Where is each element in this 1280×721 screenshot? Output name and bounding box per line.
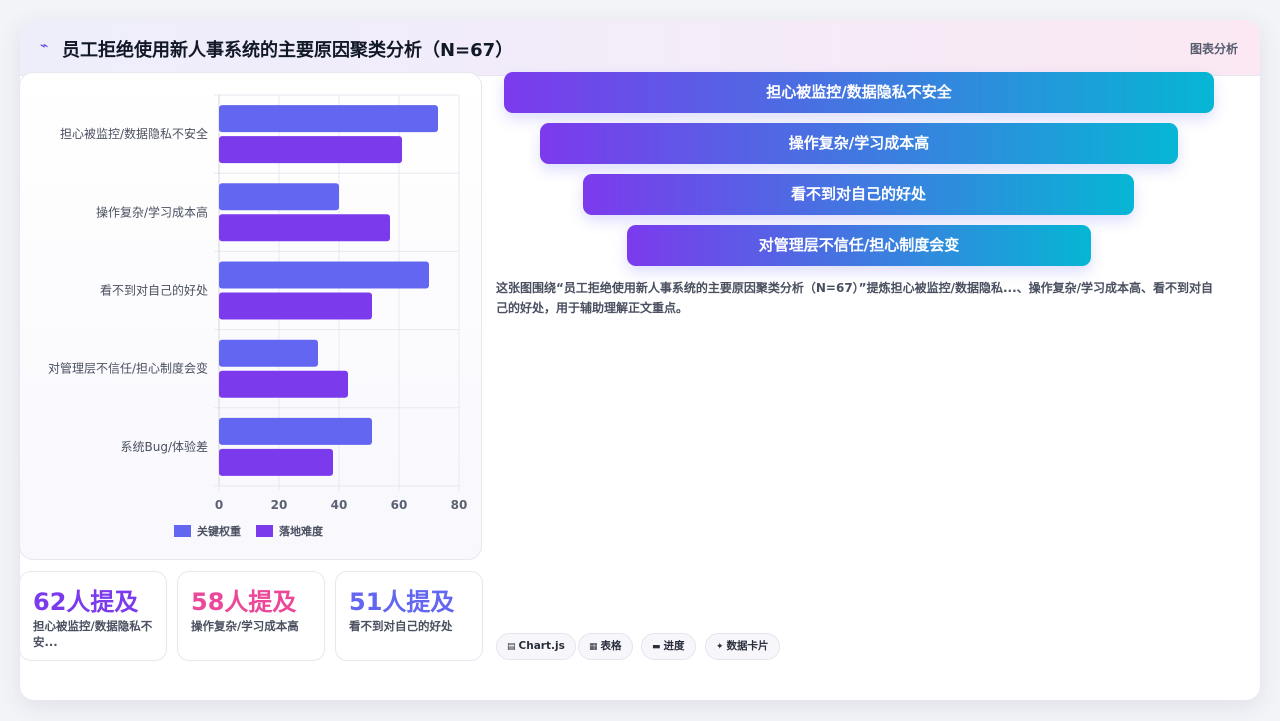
category-label: 看不到对自己的好处 bbox=[100, 283, 208, 298]
page-title: 员工拒绝使用新人事系统的主要原因聚类分析（N=67） bbox=[62, 40, 514, 61]
chip-chartjs[interactable]: ▤ Chart.js bbox=[496, 633, 576, 660]
bar-difficulty bbox=[219, 214, 390, 242]
bar-chart-panel: 0 20 40 60 80 担心被监控/数据隐私不安全操作复杂/学习成本高 看不到对自己的好… bbox=[19, 72, 482, 560]
funnel-item-1: 担心被监控/数据隐私不安全 bbox=[504, 72, 1214, 113]
bar-key-weight bbox=[219, 105, 438, 133]
stat-value: 58人提及 bbox=[191, 588, 297, 616]
x-tick-label: 0 bbox=[215, 498, 223, 512]
stat-value: 62人提及 bbox=[33, 588, 139, 616]
bar-key-weight bbox=[219, 261, 429, 289]
sparkle-icon: ✦ bbox=[716, 642, 724, 652]
chip-table[interactable]: ▦ 表格 bbox=[578, 633, 633, 660]
bar-difficulty bbox=[219, 136, 402, 164]
stat-card-2: 58人提及 操作复杂/学习成本高 bbox=[177, 571, 325, 661]
bar-key-weight bbox=[219, 339, 318, 367]
chart-description: 这张图围绕“员工拒绝使用新人事系统的主要原因聚类分析（N=67）”提炼担心被监控… bbox=[496, 281, 1214, 315]
funnel-item-2: 操作复杂/学习成本高 bbox=[540, 123, 1178, 164]
stat-card-1: 62人提及 担心被监控/数据隐私不安... bbox=[19, 571, 167, 661]
chart-icon: ▤ bbox=[507, 642, 516, 652]
bar-difficulty bbox=[219, 448, 333, 476]
bar-difficulty bbox=[219, 292, 372, 320]
x-tick-label: 20 bbox=[271, 498, 288, 512]
category-label: 操作复杂/学习成本高 bbox=[96, 204, 208, 219]
legend-label: 落地难度 bbox=[279, 524, 324, 538]
bar-key-weight bbox=[219, 417, 372, 445]
chip-label: 表格 bbox=[600, 640, 622, 652]
category-label: 对管理层不信任/担心制度会变 bbox=[48, 361, 208, 376]
bar-difficulty bbox=[219, 370, 348, 398]
funnel-item-3: 看不到对自己的好处 bbox=[583, 174, 1134, 215]
x-tick-label: 80 bbox=[451, 498, 468, 512]
card-header: ⌁ 员工拒绝使用新人事系统的主要原因聚类分析（N=67） 图表分析 bbox=[20, 20, 1260, 76]
table-icon: ▦ bbox=[589, 642, 598, 652]
chip-label: 数据卡片 bbox=[726, 640, 769, 652]
stat-label: 操作复杂/学习成本高 bbox=[191, 619, 299, 633]
chip-progress[interactable]: ▬ 进度 bbox=[641, 633, 696, 660]
chip-label: 进度 bbox=[663, 640, 685, 652]
stat-label: 担心被监控/数据隐私不安... bbox=[33, 619, 153, 649]
funnel-item-4: 对管理层不信任/担心制度会变 bbox=[627, 225, 1091, 266]
legend-swatch bbox=[256, 525, 273, 537]
bar-key-weight bbox=[219, 183, 339, 211]
category-label: 系统Bug/体验差 bbox=[121, 439, 209, 454]
stat-label: 看不到对自己的好处 bbox=[349, 619, 453, 633]
stat-value: 51人提及 bbox=[349, 588, 455, 616]
chip-data-card[interactable]: ✦ 数据卡片 bbox=[705, 633, 780, 660]
chart-analysis-tag: 图表分析 bbox=[1189, 42, 1238, 56]
x-tick-label: 60 bbox=[391, 498, 408, 512]
legend-label: 关键权重 bbox=[197, 524, 241, 538]
category-label: 担心被监控/数据隐私不安全 bbox=[60, 126, 208, 141]
chip-label: Chart.js bbox=[518, 640, 565, 652]
bar-chart: 0 20 40 60 80 担心被监控/数据隐私不安全操作复杂/学习成本高看不到对自己的好… bbox=[48, 94, 468, 538]
progress-icon: ▬ bbox=[652, 642, 661, 652]
stat-card-3: 51人提及 看不到对自己的好处 bbox=[335, 571, 483, 661]
trend-line-icon: ⌁ bbox=[40, 38, 49, 54]
legend-swatch bbox=[174, 525, 191, 537]
x-tick-label: 40 bbox=[331, 498, 348, 512]
